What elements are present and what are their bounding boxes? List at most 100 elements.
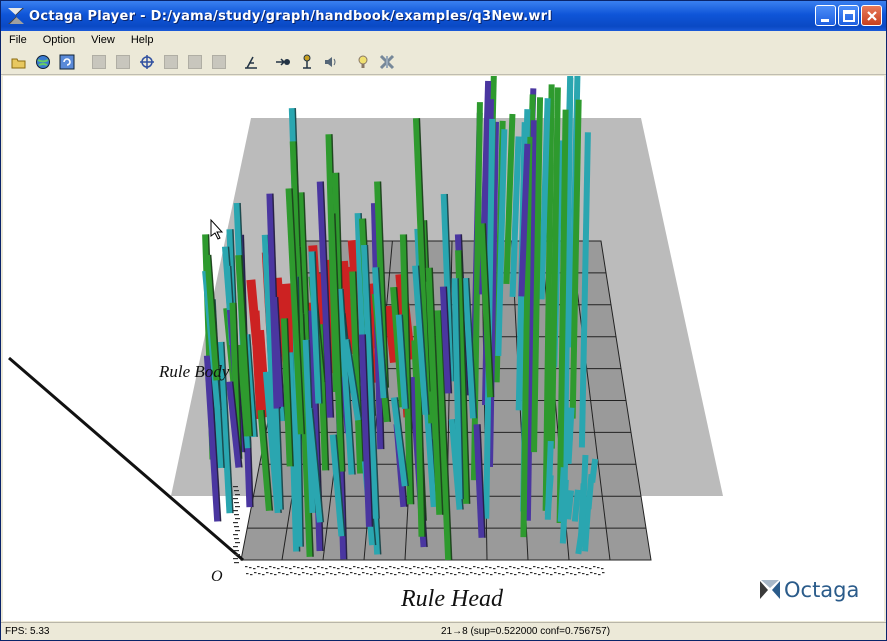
tick-label: [282, 573, 285, 575]
sound-icon: [325, 56, 336, 67]
tick-label: [398, 572, 401, 574]
tick-label: [574, 574, 577, 576]
tick-label: [366, 573, 369, 575]
slide-icon: [212, 54, 226, 69]
tick-label: [254, 572, 257, 574]
tick-label: [569, 566, 572, 568]
octaga-logo: Octaga: [759, 578, 859, 602]
tick-label: [418, 574, 421, 576]
menu-file[interactable]: File: [7, 34, 29, 46]
tick-label: [577, 568, 580, 570]
menu-option[interactable]: Option: [41, 34, 77, 46]
examine-button[interactable]: [137, 52, 157, 72]
zoom-button[interactable]: [185, 52, 205, 72]
tick-label: [545, 566, 548, 568]
tick-label: [346, 574, 349, 576]
tick-label: [402, 573, 405, 575]
tick-label: [235, 542, 240, 544]
maximize-button[interactable]: [838, 5, 859, 26]
tick-label: [270, 573, 273, 575]
pan-icon: [164, 54, 178, 69]
tick-label: [474, 573, 477, 575]
3d-viewport[interactable]: Rule Body Rule Head O Octaga: [3, 76, 884, 621]
close-button[interactable]: [861, 5, 882, 26]
tick-label: [285, 567, 288, 569]
minimize-icon: [821, 19, 829, 22]
tick-label: [425, 566, 428, 568]
tick-label: [477, 567, 480, 569]
tick-label: [426, 573, 429, 575]
tick-label: [397, 568, 400, 570]
tick-label: [369, 567, 372, 569]
tick-label: [502, 574, 505, 576]
settings-button[interactable]: [377, 52, 397, 72]
tick-label: [249, 567, 252, 569]
tick-label: [390, 573, 393, 575]
open-button[interactable]: [9, 52, 29, 72]
tick-label: [453, 567, 456, 569]
window-title: Octaga Player - D:/yama/study/graph/hand…: [29, 8, 553, 24]
refresh-button[interactable]: [57, 52, 77, 72]
slide-button[interactable]: [209, 52, 229, 72]
walk-button[interactable]: [89, 52, 109, 72]
tick-label: [549, 567, 552, 569]
bar-small: [589, 458, 599, 483]
tick-label: [433, 568, 436, 570]
scene-canvas[interactable]: [3, 76, 884, 621]
title-bar[interactable]: Octaga Player - D:/yama/study/graph/hand…: [1, 1, 886, 31]
tick-label: [294, 573, 297, 575]
tick-label: [513, 567, 516, 569]
tick-label: [233, 522, 238, 524]
tick-label: [317, 566, 320, 568]
octaga-app-icon[interactable]: [7, 7, 25, 25]
tick-label: [301, 568, 304, 570]
tick-label: [358, 574, 361, 576]
tick-label: [234, 490, 239, 492]
level-button[interactable]: [241, 52, 261, 72]
octaga-logo-icon: [760, 580, 780, 599]
open-icon: [11, 58, 26, 68]
fly-button[interactable]: [113, 52, 133, 72]
tick-label: [594, 573, 597, 575]
headlight-button[interactable]: [297, 52, 317, 72]
tick-label: [235, 494, 240, 496]
help-button[interactable]: [353, 52, 373, 72]
tick-label: [478, 574, 481, 576]
tick-label: [490, 574, 493, 576]
tick-label: [245, 566, 248, 568]
octaga-logo-text: Octaga: [784, 578, 860, 602]
tick-label: [234, 514, 239, 516]
tick-label: [514, 574, 517, 576]
tick-label: [410, 572, 413, 574]
tick-label: [597, 567, 600, 569]
tick-label: [450, 573, 453, 575]
tick-label: [234, 502, 239, 504]
tick-label: [322, 574, 325, 576]
globe-button[interactable]: [33, 52, 53, 72]
tick-label: [430, 574, 433, 576]
pan-button[interactable]: [161, 52, 181, 72]
tick-label: [465, 567, 468, 569]
menu-help[interactable]: Help: [129, 34, 156, 46]
tick-label: [553, 568, 556, 570]
tick-label: [281, 566, 284, 568]
viewpoint-prev-button[interactable]: [273, 52, 293, 72]
menu-view[interactable]: View: [89, 34, 117, 46]
tick-label: [405, 567, 408, 569]
tick-label: [454, 574, 457, 576]
tick-label: [382, 574, 385, 576]
tick-label: [289, 568, 292, 570]
tick-label: [234, 550, 239, 552]
tick-label: [354, 573, 357, 575]
tick-label: [233, 546, 238, 548]
tick-label: [565, 568, 568, 570]
tick-label: [286, 574, 289, 576]
tick-label: [429, 567, 432, 569]
minimize-button[interactable]: [815, 5, 836, 26]
close-icon: [867, 11, 877, 21]
tick-label: [290, 572, 293, 574]
sound-button[interactable]: [321, 52, 341, 72]
tick-label: [561, 567, 564, 569]
bar-small: [559, 479, 569, 544]
tick-label: [445, 568, 448, 570]
